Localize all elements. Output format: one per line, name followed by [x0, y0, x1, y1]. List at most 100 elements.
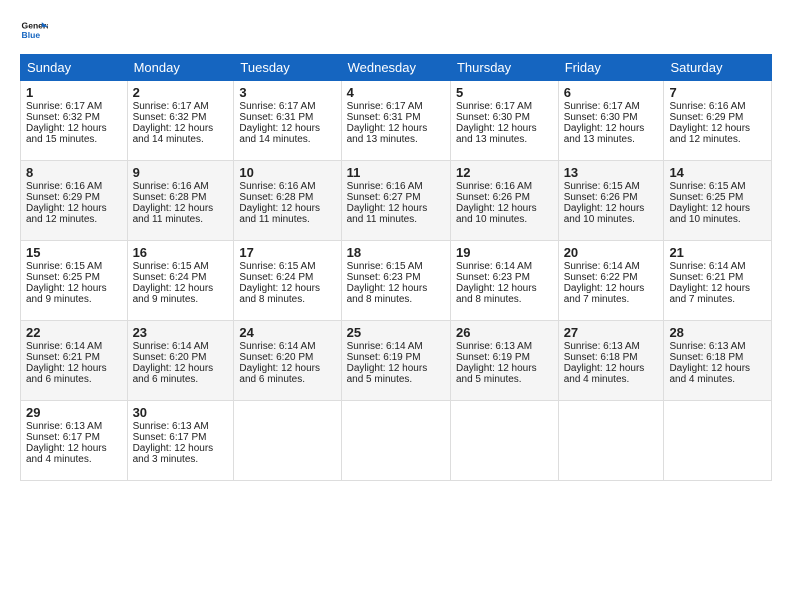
day-number: 21 — [669, 245, 766, 260]
daylight-label: Daylight: 12 hours — [669, 363, 750, 374]
day-number: 29 — [26, 405, 122, 420]
daylight-label: Daylight: 12 hours — [669, 203, 750, 214]
daylight-minutes: and 15 minutes. — [26, 134, 97, 145]
calendar-week-row: 1Sunrise: 6:17 AMSunset: 6:32 PMDaylight… — [21, 81, 772, 161]
page: General Blue SundayMondayTuesdayWednesda… — [0, 0, 792, 612]
sunrise-label: Sunrise: 6:17 AM — [26, 101, 102, 112]
sunrise-label: Sunrise: 6:15 AM — [347, 261, 423, 272]
sunset-label: Sunset: 6:31 PM — [347, 112, 421, 123]
calendar-cell — [341, 401, 450, 481]
calendar-cell: 18Sunrise: 6:15 AMSunset: 6:23 PMDayligh… — [341, 241, 450, 321]
daylight-minutes: and 4 minutes. — [26, 454, 92, 465]
sunrise-label: Sunrise: 6:16 AM — [347, 181, 423, 192]
calendar-cell: 30Sunrise: 6:13 AMSunset: 6:17 PMDayligh… — [127, 401, 234, 481]
daylight-minutes: and 5 minutes. — [347, 374, 413, 385]
sunset-label: Sunset: 6:19 PM — [347, 352, 421, 363]
calendar-cell: 23Sunrise: 6:14 AMSunset: 6:20 PMDayligh… — [127, 321, 234, 401]
logo: General Blue — [20, 16, 48, 44]
sunset-label: Sunset: 6:31 PM — [239, 112, 313, 123]
daylight-label: Daylight: 12 hours — [564, 363, 645, 374]
day-number: 11 — [347, 165, 445, 180]
daylight-label: Daylight: 12 hours — [239, 123, 320, 134]
day-number: 17 — [239, 245, 335, 260]
day-number: 23 — [133, 325, 229, 340]
daylight-minutes: and 12 minutes. — [669, 134, 740, 145]
sunrise-label: Sunrise: 6:15 AM — [133, 261, 209, 272]
sunset-label: Sunset: 6:32 PM — [133, 112, 207, 123]
sunrise-label: Sunrise: 6:13 AM — [669, 341, 745, 352]
daylight-label: Daylight: 12 hours — [26, 203, 107, 214]
sunrise-label: Sunrise: 6:17 AM — [456, 101, 532, 112]
day-header-monday: Monday — [127, 55, 234, 81]
day-header-thursday: Thursday — [450, 55, 558, 81]
sunrise-label: Sunrise: 6:16 AM — [26, 181, 102, 192]
daylight-label: Daylight: 12 hours — [456, 203, 537, 214]
sunrise-label: Sunrise: 6:13 AM — [456, 341, 532, 352]
sunset-label: Sunset: 6:30 PM — [564, 112, 638, 123]
sunset-label: Sunset: 6:17 PM — [26, 432, 100, 443]
daylight-label: Daylight: 12 hours — [456, 123, 537, 134]
sunrise-label: Sunrise: 6:14 AM — [669, 261, 745, 272]
svg-text:Blue: Blue — [22, 30, 41, 40]
day-number: 22 — [26, 325, 122, 340]
sunset-label: Sunset: 6:23 PM — [347, 272, 421, 283]
day-header-wednesday: Wednesday — [341, 55, 450, 81]
sunset-label: Sunset: 6:21 PM — [26, 352, 100, 363]
daylight-label: Daylight: 12 hours — [239, 203, 320, 214]
daylight-minutes: and 6 minutes. — [26, 374, 92, 385]
day-number: 8 — [26, 165, 122, 180]
sunrise-label: Sunrise: 6:14 AM — [347, 341, 423, 352]
day-number: 16 — [133, 245, 229, 260]
daylight-minutes: and 7 minutes. — [564, 294, 630, 305]
sunrise-label: Sunrise: 6:13 AM — [133, 421, 209, 432]
calendar: SundayMondayTuesdayWednesdayThursdayFrid… — [20, 54, 772, 481]
calendar-cell: 10Sunrise: 6:16 AMSunset: 6:28 PMDayligh… — [234, 161, 341, 241]
daylight-label: Daylight: 12 hours — [456, 283, 537, 294]
calendar-cell: 8Sunrise: 6:16 AMSunset: 6:29 PMDaylight… — [21, 161, 128, 241]
day-number: 12 — [456, 165, 553, 180]
day-number: 18 — [347, 245, 445, 260]
daylight-label: Daylight: 12 hours — [347, 363, 428, 374]
sunset-label: Sunset: 6:28 PM — [133, 192, 207, 203]
calendar-cell: 7Sunrise: 6:16 AMSunset: 6:29 PMDaylight… — [664, 81, 772, 161]
daylight-minutes: and 4 minutes. — [564, 374, 630, 385]
day-number: 30 — [133, 405, 229, 420]
header: General Blue — [20, 16, 772, 44]
sunrise-label: Sunrise: 6:13 AM — [26, 421, 102, 432]
daylight-minutes: and 11 minutes. — [133, 214, 203, 225]
calendar-cell: 20Sunrise: 6:14 AMSunset: 6:22 PMDayligh… — [558, 241, 664, 321]
calendar-cell: 5Sunrise: 6:17 AMSunset: 6:30 PMDaylight… — [450, 81, 558, 161]
daylight-minutes: and 13 minutes. — [347, 134, 418, 145]
calendar-cell: 29Sunrise: 6:13 AMSunset: 6:17 PMDayligh… — [21, 401, 128, 481]
daylight-minutes: and 10 minutes. — [456, 214, 527, 225]
daylight-label: Daylight: 12 hours — [239, 363, 320, 374]
sunset-label: Sunset: 6:21 PM — [669, 272, 743, 283]
calendar-cell: 19Sunrise: 6:14 AMSunset: 6:23 PMDayligh… — [450, 241, 558, 321]
sunset-label: Sunset: 6:29 PM — [26, 192, 100, 203]
daylight-label: Daylight: 12 hours — [26, 283, 107, 294]
sunset-label: Sunset: 6:23 PM — [456, 272, 530, 283]
day-number: 26 — [456, 325, 553, 340]
daylight-minutes: and 14 minutes. — [133, 134, 204, 145]
daylight-minutes: and 3 minutes. — [133, 454, 199, 465]
day-header-friday: Friday — [558, 55, 664, 81]
daylight-minutes: and 14 minutes. — [239, 134, 310, 145]
sunset-label: Sunset: 6:25 PM — [26, 272, 100, 283]
calendar-cell: 24Sunrise: 6:14 AMSunset: 6:20 PMDayligh… — [234, 321, 341, 401]
sunset-label: Sunset: 6:26 PM — [564, 192, 638, 203]
calendar-cell: 16Sunrise: 6:15 AMSunset: 6:24 PMDayligh… — [127, 241, 234, 321]
sunset-label: Sunset: 6:24 PM — [133, 272, 207, 283]
day-number: 13 — [564, 165, 659, 180]
calendar-header-row: SundayMondayTuesdayWednesdayThursdayFrid… — [21, 55, 772, 81]
calendar-cell: 9Sunrise: 6:16 AMSunset: 6:28 PMDaylight… — [127, 161, 234, 241]
calendar-cell: 2Sunrise: 6:17 AMSunset: 6:32 PMDaylight… — [127, 81, 234, 161]
calendar-cell: 13Sunrise: 6:15 AMSunset: 6:26 PMDayligh… — [558, 161, 664, 241]
sunset-label: Sunset: 6:17 PM — [133, 432, 207, 443]
day-number: 24 — [239, 325, 335, 340]
calendar-cell — [664, 401, 772, 481]
day-number: 3 — [239, 85, 335, 100]
sunrise-label: Sunrise: 6:15 AM — [669, 181, 745, 192]
daylight-label: Daylight: 12 hours — [564, 203, 645, 214]
sunset-label: Sunset: 6:27 PM — [347, 192, 421, 203]
daylight-label: Daylight: 12 hours — [669, 283, 750, 294]
